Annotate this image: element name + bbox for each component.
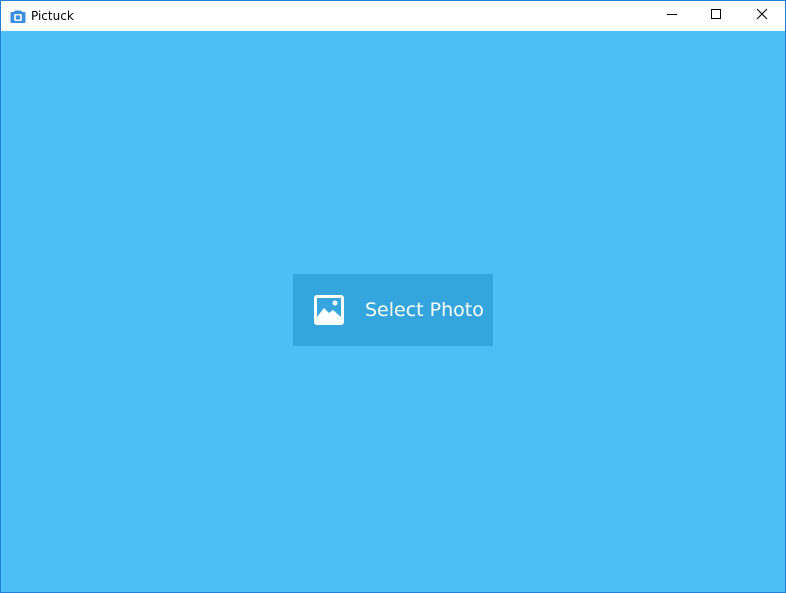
close-icon	[756, 7, 768, 25]
main-content: Select Photo	[1, 31, 785, 592]
minimize-button[interactable]	[649, 1, 695, 31]
maximize-button[interactable]	[693, 1, 739, 31]
image-icon	[314, 295, 344, 325]
maximize-icon	[710, 7, 722, 25]
select-photo-button[interactable]: Select Photo	[293, 274, 493, 346]
window-title: Pictuck	[31, 9, 74, 23]
minimize-icon	[666, 7, 678, 25]
app-window: Pictuck Select Photo	[0, 0, 786, 593]
select-photo-label: Select Photo	[365, 299, 484, 321]
close-button[interactable]	[739, 1, 785, 31]
camera-icon	[10, 9, 26, 24]
title-bar[interactable]: Pictuck	[1, 1, 785, 31]
